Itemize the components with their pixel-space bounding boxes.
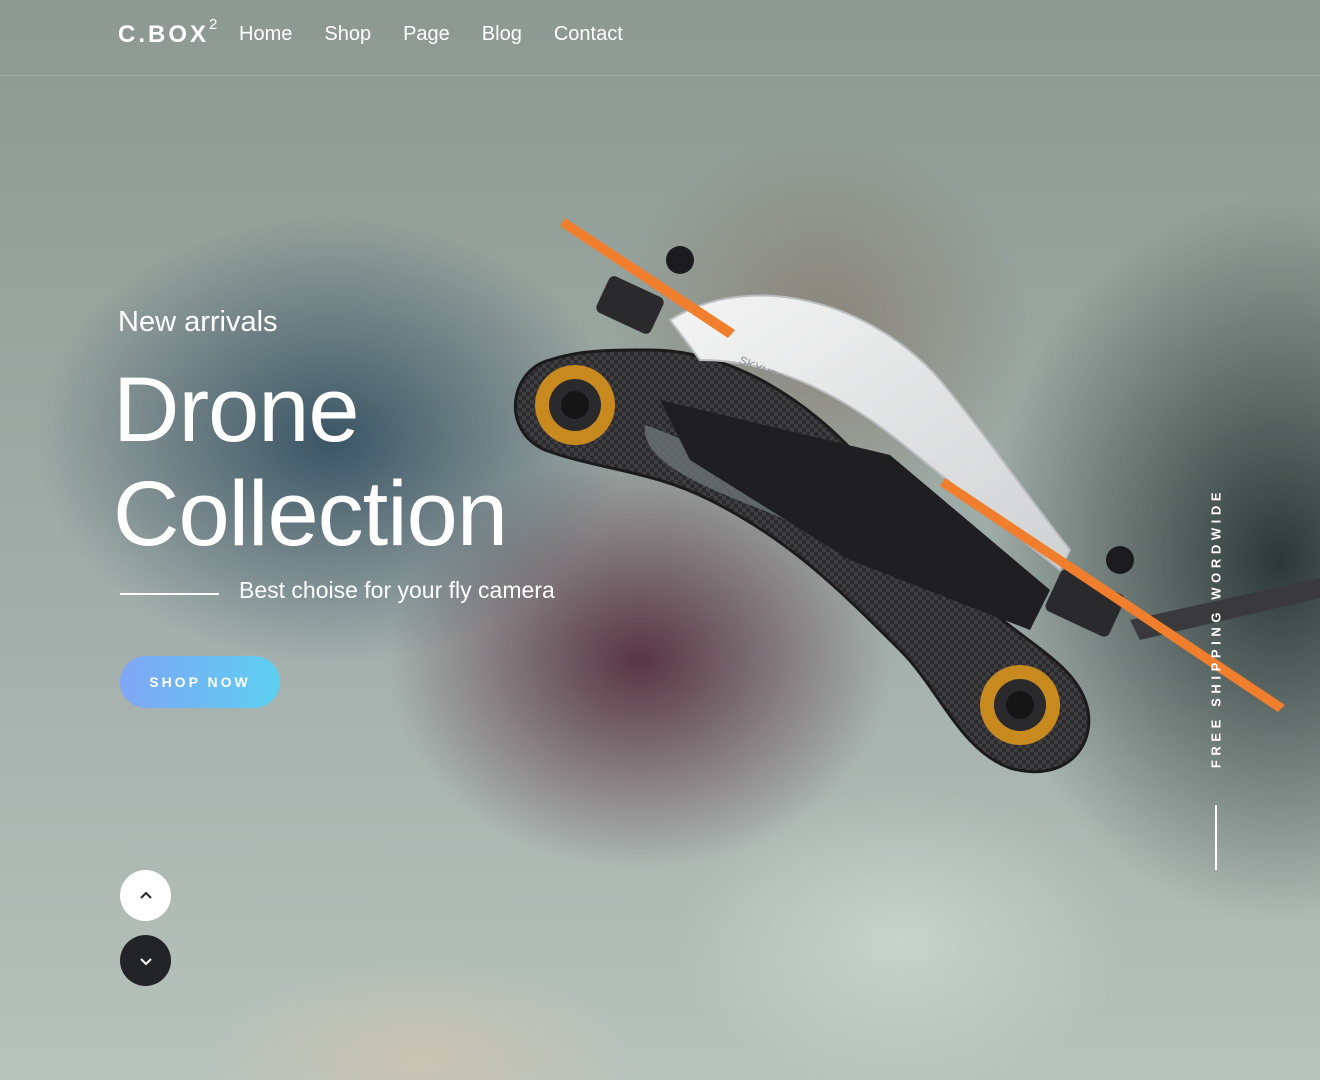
slide-down-button[interactable] (120, 935, 171, 986)
nav-item-shop[interactable]: Shop (324, 23, 371, 46)
nav-item-contact[interactable]: Contact (554, 23, 623, 46)
hero-title-line2: Collection (113, 463, 508, 565)
logo-superscript: 2 (209, 16, 218, 33)
hero-title: Drone Collection (113, 358, 508, 566)
logo[interactable]: C.BOX2 (118, 16, 217, 49)
nav-item-page[interactable]: Page (403, 23, 450, 46)
hero-eyebrow: New arrivals (118, 306, 278, 338)
chevron-up-icon (139, 891, 152, 899)
hero-title-line1: Drone (113, 359, 360, 461)
main-menu: Home Shop Page Blog Contact (239, 23, 623, 46)
chevron-down-icon (139, 957, 152, 965)
tagline-divider (120, 593, 219, 595)
side-divider (1215, 805, 1217, 870)
top-navbar: C.BOX2 Home Shop Page Blog Contact (0, 0, 1320, 76)
drone-image: SKYHERO (513, 218, 1320, 774)
shop-now-button[interactable]: SHOP NOW (120, 656, 280, 708)
free-shipping-label: FREE SHIPPING WORDWIDE (1208, 487, 1224, 769)
slide-up-button[interactable] (120, 870, 171, 921)
logo-text: C.BOX (118, 21, 210, 48)
nav-item-blog[interactable]: Blog (482, 23, 522, 46)
hero-tagline: Best choise for your fly camera (239, 577, 555, 603)
nav-item-home[interactable]: Home (239, 23, 292, 46)
